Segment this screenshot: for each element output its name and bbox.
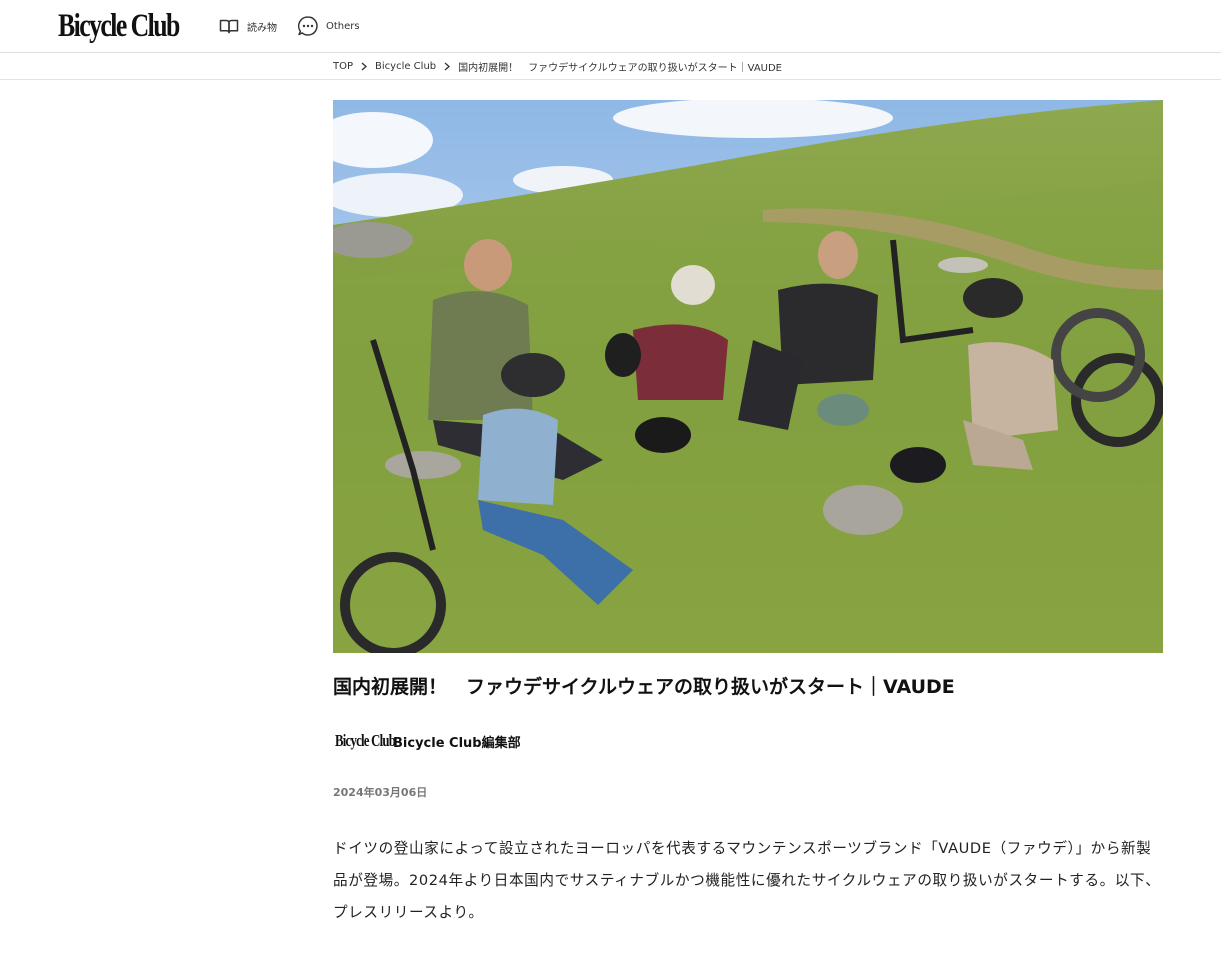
chat-bubble-icon bbox=[297, 15, 319, 37]
breadcrumb-bar: TOP Bicycle Club 国内初展開！ ファウデサイクルウェアの取り扱い… bbox=[0, 53, 1221, 80]
breadcrumb-bicycle-club[interactable]: Bicycle Club bbox=[375, 61, 436, 72]
breadcrumb-current: 国内初展開！ ファウデサイクルウェアの取り扱いがスタート｜VAUDE bbox=[458, 62, 783, 74]
publish-date: 2024年03月06日 bbox=[333, 786, 428, 799]
nav-label-reading: 読み物 bbox=[247, 22, 277, 34]
site-header: Bicycle Club 読み物 Others bbox=[0, 0, 1221, 53]
article-title: 国内初展開！ ファウデサイクルウェアの取り扱いがスタート｜VAUDE bbox=[333, 676, 955, 698]
breadcrumb: TOP Bicycle Club 国内初展開！ ファウデサイクルウェアの取り扱い… bbox=[333, 53, 782, 79]
article-lead: ドイツの登山家によって設立されたヨーロッパを代表するマウンテンスポーツブランド「… bbox=[333, 840, 1161, 921]
breadcrumb-top[interactable]: TOP bbox=[333, 61, 353, 72]
author-byline[interactable]: Bicycle Club Bicycle Club編集部 bbox=[335, 728, 521, 754]
author-name[interactable]: Bicycle Club編集部 bbox=[393, 732, 521, 751]
chevron-right-icon bbox=[444, 62, 451, 71]
chevron-right-icon bbox=[361, 62, 368, 71]
book-icon bbox=[218, 15, 240, 37]
nav-item-reading[interactable]: 読み物 bbox=[218, 14, 277, 38]
hero-image bbox=[333, 100, 1163, 653]
nav-label-others: Others bbox=[326, 20, 360, 32]
site-logo[interactable]: Bicycle Club bbox=[58, 4, 180, 48]
nav-item-others[interactable]: Others bbox=[297, 14, 360, 38]
author-logo: Bicycle Club bbox=[335, 731, 396, 750]
